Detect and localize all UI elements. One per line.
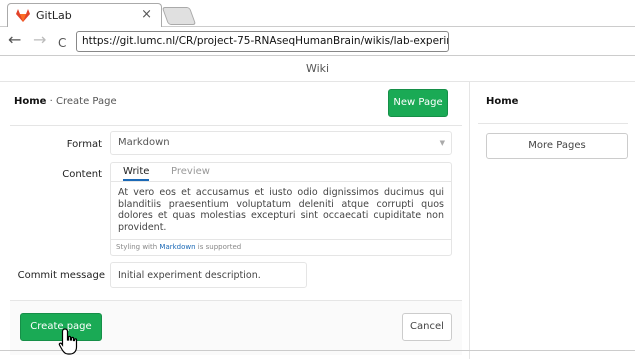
tab-write[interactable]: Write	[123, 166, 150, 181]
more-pages-button[interactable]: More Pages	[486, 133, 628, 159]
address-bar[interactable]: https://git.lumc.nl/CR/project-75-RNAseq…	[76, 31, 449, 52]
markdown-hint-prefix: Styling with	[116, 243, 160, 251]
tab-close-icon[interactable]: ×	[141, 7, 152, 22]
browser-tab-bar: GitLab ×	[0, 0, 635, 28]
forward-arrow-icon[interactable]: →	[33, 32, 46, 48]
new-page-button[interactable]: New Page	[388, 89, 448, 117]
tab-title: GitLab	[36, 9, 72, 22]
commit-message-input[interactable]: Initial experiment description.	[110, 262, 307, 288]
content-editor: Write Preview At vero eos et accusamus e…	[110, 162, 452, 256]
commit-message-label: Commit message	[17, 270, 105, 281]
breadcrumb: Home · Create Page	[14, 96, 117, 107]
breadcrumb-home[interactable]: Home	[14, 96, 46, 107]
markdown-link[interactable]: Markdown	[159, 243, 195, 251]
markdown-hint-suffix: is supported	[195, 243, 242, 251]
hand-cursor-icon	[58, 328, 78, 355]
bottom-border	[0, 350, 635, 351]
back-arrow-icon[interactable]: ←	[8, 32, 21, 48]
browser-nav-bar: ← → C https://git.lumc.nl/CR/project-75-…	[0, 27, 635, 56]
sidebar-title[interactable]: Home	[486, 96, 518, 107]
sidebar-divider	[478, 123, 628, 124]
divider	[10, 125, 462, 126]
cancel-button[interactable]: Cancel	[402, 313, 452, 341]
main-content: Home · Create Page New Page Format Markd…	[0, 82, 470, 359]
new-tab-button[interactable]	[161, 7, 197, 25]
reload-icon[interactable]: C	[58, 35, 66, 51]
page-title: Wiki	[0, 56, 635, 82]
format-select[interactable]: Markdown ▼	[110, 131, 452, 155]
breadcrumb-current: Create Page	[56, 96, 117, 107]
breadcrumb-separator: ·	[46, 96, 56, 107]
format-label: Format	[66, 139, 102, 150]
editor-tabs: Write Preview	[111, 163, 451, 182]
chevron-down-icon: ▼	[439, 139, 445, 147]
wiki-sidebar: Home More Pages	[470, 82, 635, 359]
browser-tab[interactable]: GitLab ×	[7, 3, 162, 28]
tab-preview[interactable]: Preview	[171, 166, 210, 177]
markdown-hint: Styling with Markdown is supported	[111, 239, 451, 256]
format-value: Markdown	[118, 137, 170, 148]
content-label: Content	[62, 169, 102, 180]
gitlab-logo-icon	[16, 9, 30, 22]
content-textarea[interactable]: At vero eos et accusamus et iusto odio d…	[118, 187, 444, 233]
